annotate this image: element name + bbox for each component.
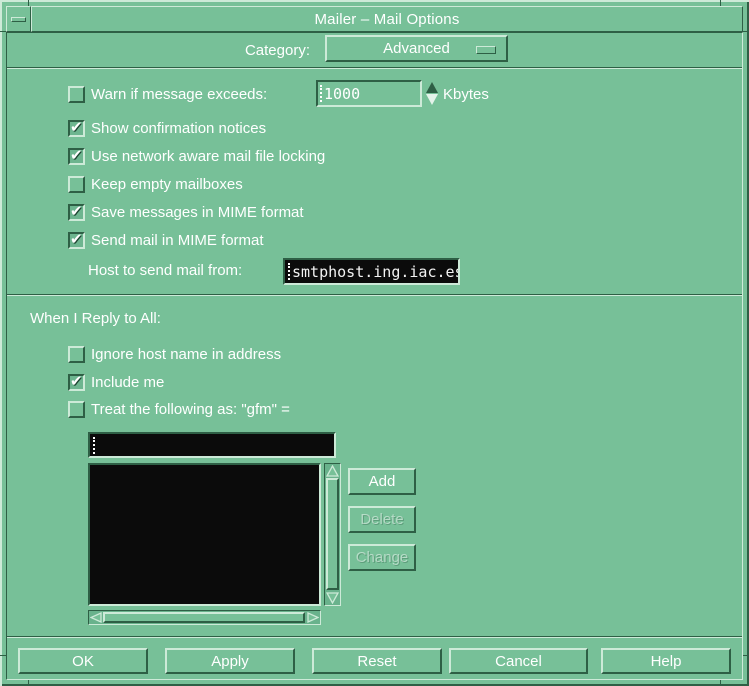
- alias-listbox[interactable]: [88, 463, 321, 606]
- category-label: Category:: [157, 42, 310, 59]
- host-input[interactable]: smtphost.ing.iac.es: [283, 258, 460, 285]
- checkbox-row: Include me: [68, 371, 164, 393]
- send-mime-checkbox[interactable]: [68, 232, 85, 249]
- checkbox-row: Treat the following as: "gfm" =: [68, 398, 290, 420]
- keep-empty-mailboxes-checkbox[interactable]: [68, 176, 85, 193]
- scroll-up-icon[interactable]: [326, 465, 339, 477]
- scroll-right-icon[interactable]: [307, 612, 319, 623]
- include-me-checkbox[interactable]: [68, 374, 85, 391]
- cancel-button-label: Cancel: [495, 653, 542, 670]
- mail-options-window: Mailer – Mail Options Category: Advanced…: [0, 0, 749, 686]
- category-value: Advanced: [383, 40, 450, 57]
- reset-button-label: Reset: [357, 653, 396, 670]
- change-button[interactable]: Change: [348, 544, 416, 571]
- separator: [7, 294, 742, 296]
- frame-notch: [720, 680, 721, 686]
- checkbox-label: Use network aware mail file locking: [91, 148, 325, 165]
- add-button[interactable]: Add: [348, 468, 416, 495]
- text-cursor: [93, 437, 96, 454]
- warn-label: Warn if message exceeds:: [91, 86, 267, 103]
- checkbox-label: Ignore host name in address: [91, 346, 281, 363]
- spin-down-icon[interactable]: [426, 94, 438, 105]
- reply-section-title: When I Reply to All:: [30, 310, 161, 327]
- dialog-body: Category: Advanced Warn if message excee…: [6, 32, 743, 680]
- text-cursor: [320, 85, 323, 102]
- ok-button[interactable]: OK: [18, 648, 148, 674]
- horizontal-scroll-thumb[interactable]: [103, 612, 305, 623]
- spin-up-icon[interactable]: [426, 82, 438, 93]
- vertical-scroll-thumb[interactable]: [326, 478, 339, 590]
- confirmation-checkbox[interactable]: [68, 120, 85, 137]
- ignore-host-checkbox[interactable]: [68, 346, 85, 363]
- frame-notch: [28, 680, 29, 686]
- checkbox-label: Show confirmation notices: [91, 120, 266, 137]
- frame-notch: [28, 0, 29, 6]
- warn-row: Warn if message exceeds:: [68, 83, 267, 105]
- window-title: Mailer – Mail Options: [314, 11, 459, 28]
- checkbox-label: Keep empty mailboxes: [91, 176, 243, 193]
- checkbox-row: Show confirmation notices: [68, 117, 266, 139]
- warn-size-spinner: [424, 80, 439, 107]
- delete-button-label: Delete: [360, 511, 403, 528]
- separator: [7, 636, 742, 638]
- frame-notch: [743, 31, 749, 32]
- separator: [7, 67, 742, 69]
- help-button[interactable]: Help: [601, 648, 731, 674]
- checkbox-row: Use network aware mail file locking: [68, 145, 325, 167]
- network-locking-checkbox[interactable]: [68, 148, 85, 165]
- scroll-down-icon[interactable]: [326, 592, 339, 604]
- warn-checkbox[interactable]: [68, 86, 85, 103]
- help-button-label: Help: [651, 653, 682, 670]
- checkbox-label: Save messages in MIME format: [91, 204, 304, 221]
- window-menu-dash-icon: [11, 17, 26, 22]
- ok-button-label: OK: [72, 653, 94, 670]
- scroll-left-icon[interactable]: [90, 612, 102, 623]
- checkbox-row: Save messages in MIME format: [68, 201, 304, 223]
- treat-following-checkbox[interactable]: [68, 401, 85, 418]
- change-button-label: Change: [356, 549, 409, 566]
- delete-button[interactable]: Delete: [348, 506, 416, 533]
- add-button-label: Add: [369, 473, 396, 490]
- frame-notch: [720, 0, 721, 6]
- warn-unit-label: Kbytes: [443, 86, 489, 103]
- cancel-button[interactable]: Cancel: [449, 648, 588, 674]
- apply-button-label: Apply: [211, 653, 249, 670]
- host-label: Host to send mail from:: [88, 262, 242, 279]
- checkbox-label: Send mail in MIME format: [91, 232, 264, 249]
- warn-size-value: 1000: [324, 85, 360, 103]
- window-menu-button[interactable]: [6, 6, 31, 32]
- checkbox-label: Treat the following as: "gfm" =: [91, 401, 290, 418]
- checkbox-label: Include me: [91, 374, 164, 391]
- category-option-menu[interactable]: Advanced: [325, 35, 508, 62]
- apply-button[interactable]: Apply: [165, 648, 295, 674]
- warn-size-input[interactable]: 1000: [316, 80, 422, 107]
- save-mime-checkbox[interactable]: [68, 204, 85, 221]
- checkbox-row: Send mail in MIME format: [68, 229, 264, 251]
- checkbox-row: Ignore host name in address: [68, 343, 281, 365]
- titlebar[interactable]: Mailer – Mail Options: [6, 6, 743, 32]
- text-cursor: [288, 263, 291, 280]
- vertical-scrollbar[interactable]: [324, 463, 341, 606]
- reset-button[interactable]: Reset: [312, 648, 442, 674]
- frame-notch: [743, 655, 749, 656]
- option-menu-indicator-icon: [476, 46, 496, 54]
- checkbox-row: Keep empty mailboxes: [68, 173, 243, 195]
- horizontal-scrollbar[interactable]: [88, 610, 321, 625]
- host-value: smtphost.ing.iac.es: [292, 263, 460, 281]
- title-area: Mailer – Mail Options: [31, 6, 743, 32]
- alias-entry-input[interactable]: [88, 432, 336, 458]
